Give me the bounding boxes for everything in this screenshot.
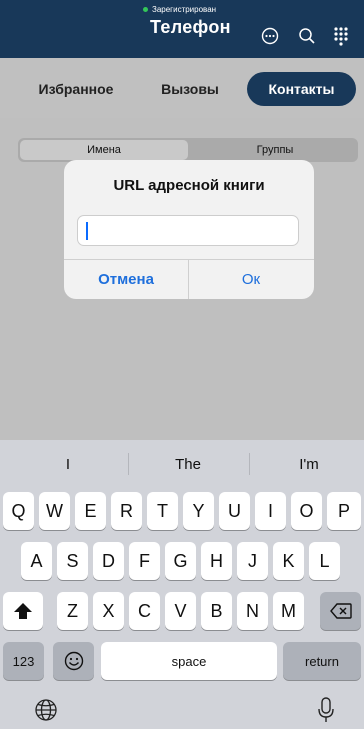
key-f[interactable]: F [129,542,160,580]
key-o[interactable]: O [291,492,322,530]
return-key[interactable]: return [283,642,361,680]
key-y[interactable]: Y [183,492,214,530]
main-tabs: Избранное Вызовы Контакты [0,58,364,118]
globe-icon[interactable] [32,696,60,724]
backspace-key[interactable] [320,592,361,630]
backspace-icon [329,603,352,619]
key-k[interactable]: K [273,542,304,580]
url-input[interactable] [77,215,299,246]
key-u[interactable]: U [219,492,250,530]
shift-arrow-icon [14,603,32,619]
key-c[interactable]: C [129,592,160,630]
key-v[interactable]: V [165,592,196,630]
emoji-icon [64,651,83,671]
key-t[interactable]: T [147,492,178,530]
key-i[interactable]: I [255,492,286,530]
tab-calls[interactable]: Вызовы [148,72,232,106]
key-x[interactable]: X [93,592,124,630]
more-icon[interactable] [258,24,282,48]
microphone-icon[interactable] [312,696,340,724]
app-header: Зарегистрирован Телефон [0,0,364,58]
page-title: Телефон [150,17,231,37]
suggestion-3[interactable]: I'm [249,456,364,473]
key-g[interactable]: G [165,542,196,580]
status-dot-icon [143,7,148,12]
key-a[interactable]: A [21,542,52,580]
key-h[interactable]: H [201,542,232,580]
suggestion-1[interactable]: I [8,456,128,473]
key-e[interactable]: E [75,492,106,530]
text-caret [86,222,88,240]
emoji-key[interactable] [53,642,94,680]
segment-names[interactable]: Имена [20,140,188,160]
key-w[interactable]: W [39,492,70,530]
key-p[interactable]: P [327,492,361,530]
shift-key[interactable] [3,592,43,630]
tab-favorites[interactable]: Избранное [26,72,126,106]
dialog-title: URL адресной книги [113,177,265,194]
segment-groups[interactable]: Группы [194,138,356,162]
key-m[interactable]: M [273,592,304,630]
key-s[interactable]: S [57,542,88,580]
dialpad-grid-icon[interactable] [329,24,353,48]
key-n[interactable]: N [237,592,268,630]
cancel-button[interactable]: Отмена [64,260,188,299]
search-icon[interactable] [295,24,319,48]
registration-status: Зарегистрирован [143,5,216,14]
key-l[interactable]: L [309,542,340,580]
address-book-url-dialog: URL адресной книги Отмена Ок [64,160,314,299]
contacts-segmented-control: Имена Группы [18,138,358,162]
suggestion-2[interactable]: The [128,456,248,473]
key-z[interactable]: Z [57,592,88,630]
tab-contacts[interactable]: Контакты [247,72,356,106]
numbers-key[interactable]: 123 [3,642,44,680]
keyboard: I The I'm Q W E R T Y U I O P A S D F G … [0,440,364,729]
key-q[interactable]: Q [3,492,34,530]
status-text: Зарегистрирован [152,5,217,14]
key-r[interactable]: R [111,492,142,530]
key-b[interactable]: B [201,592,232,630]
key-j[interactable]: J [237,542,268,580]
key-d[interactable]: D [93,542,124,580]
space-key[interactable]: space [101,642,277,680]
ok-button[interactable]: Ок [189,260,313,299]
